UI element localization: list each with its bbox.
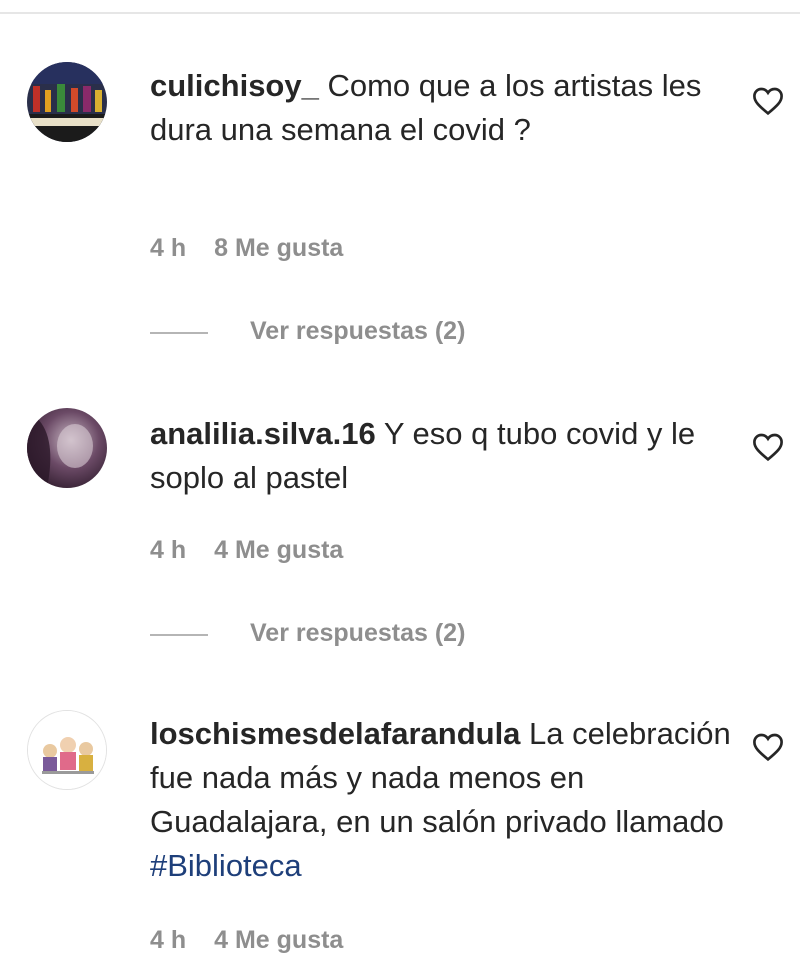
top-divider (0, 12, 800, 14)
replies-divider (150, 634, 208, 636)
comment-username[interactable]: culichisoy_ (150, 68, 319, 103)
comment-text: analilia.silva.16 Y eso q tubo covid y l… (150, 412, 740, 500)
like-button[interactable] (752, 432, 784, 462)
view-replies-button[interactable]: Ver respuestas (2) (250, 317, 465, 346)
comment-text: loschismesdelafarandula La celebración f… (150, 712, 740, 888)
like-button[interactable] (752, 732, 784, 762)
view-replies-button[interactable]: Ver respuestas (2) (250, 619, 465, 648)
replies-divider (150, 332, 208, 334)
comment-likes[interactable]: 4 Me gusta (214, 926, 343, 954)
comment-time: 4 h (150, 234, 187, 262)
comment-likes[interactable]: 8 Me gusta (214, 234, 343, 262)
heart-outline-icon (753, 433, 783, 462)
avatar[interactable] (27, 62, 107, 142)
comment-meta: 4 h 4 Me gusta (150, 926, 343, 955)
comment-text: culichisoy_ Como que a los artistas les … (150, 64, 740, 152)
comment-username[interactable]: loschismesdelafarandula (150, 716, 520, 751)
comment-time: 4 h (150, 536, 187, 564)
avatar[interactable] (27, 710, 107, 790)
comment-time: 4 h (150, 926, 187, 954)
heart-outline-icon (753, 87, 783, 116)
avatar[interactable] (27, 408, 107, 488)
comment-username[interactable]: analilia.silva.16 (150, 416, 376, 451)
heart-outline-icon (753, 733, 783, 762)
like-button[interactable] (752, 86, 784, 116)
comment-meta: 4 h 8 Me gusta (150, 234, 343, 263)
comment-likes[interactable]: 4 Me gusta (214, 536, 343, 564)
comment-meta: 4 h 4 Me gusta (150, 536, 343, 565)
hashtag-link[interactable]: #Biblioteca (150, 848, 302, 883)
